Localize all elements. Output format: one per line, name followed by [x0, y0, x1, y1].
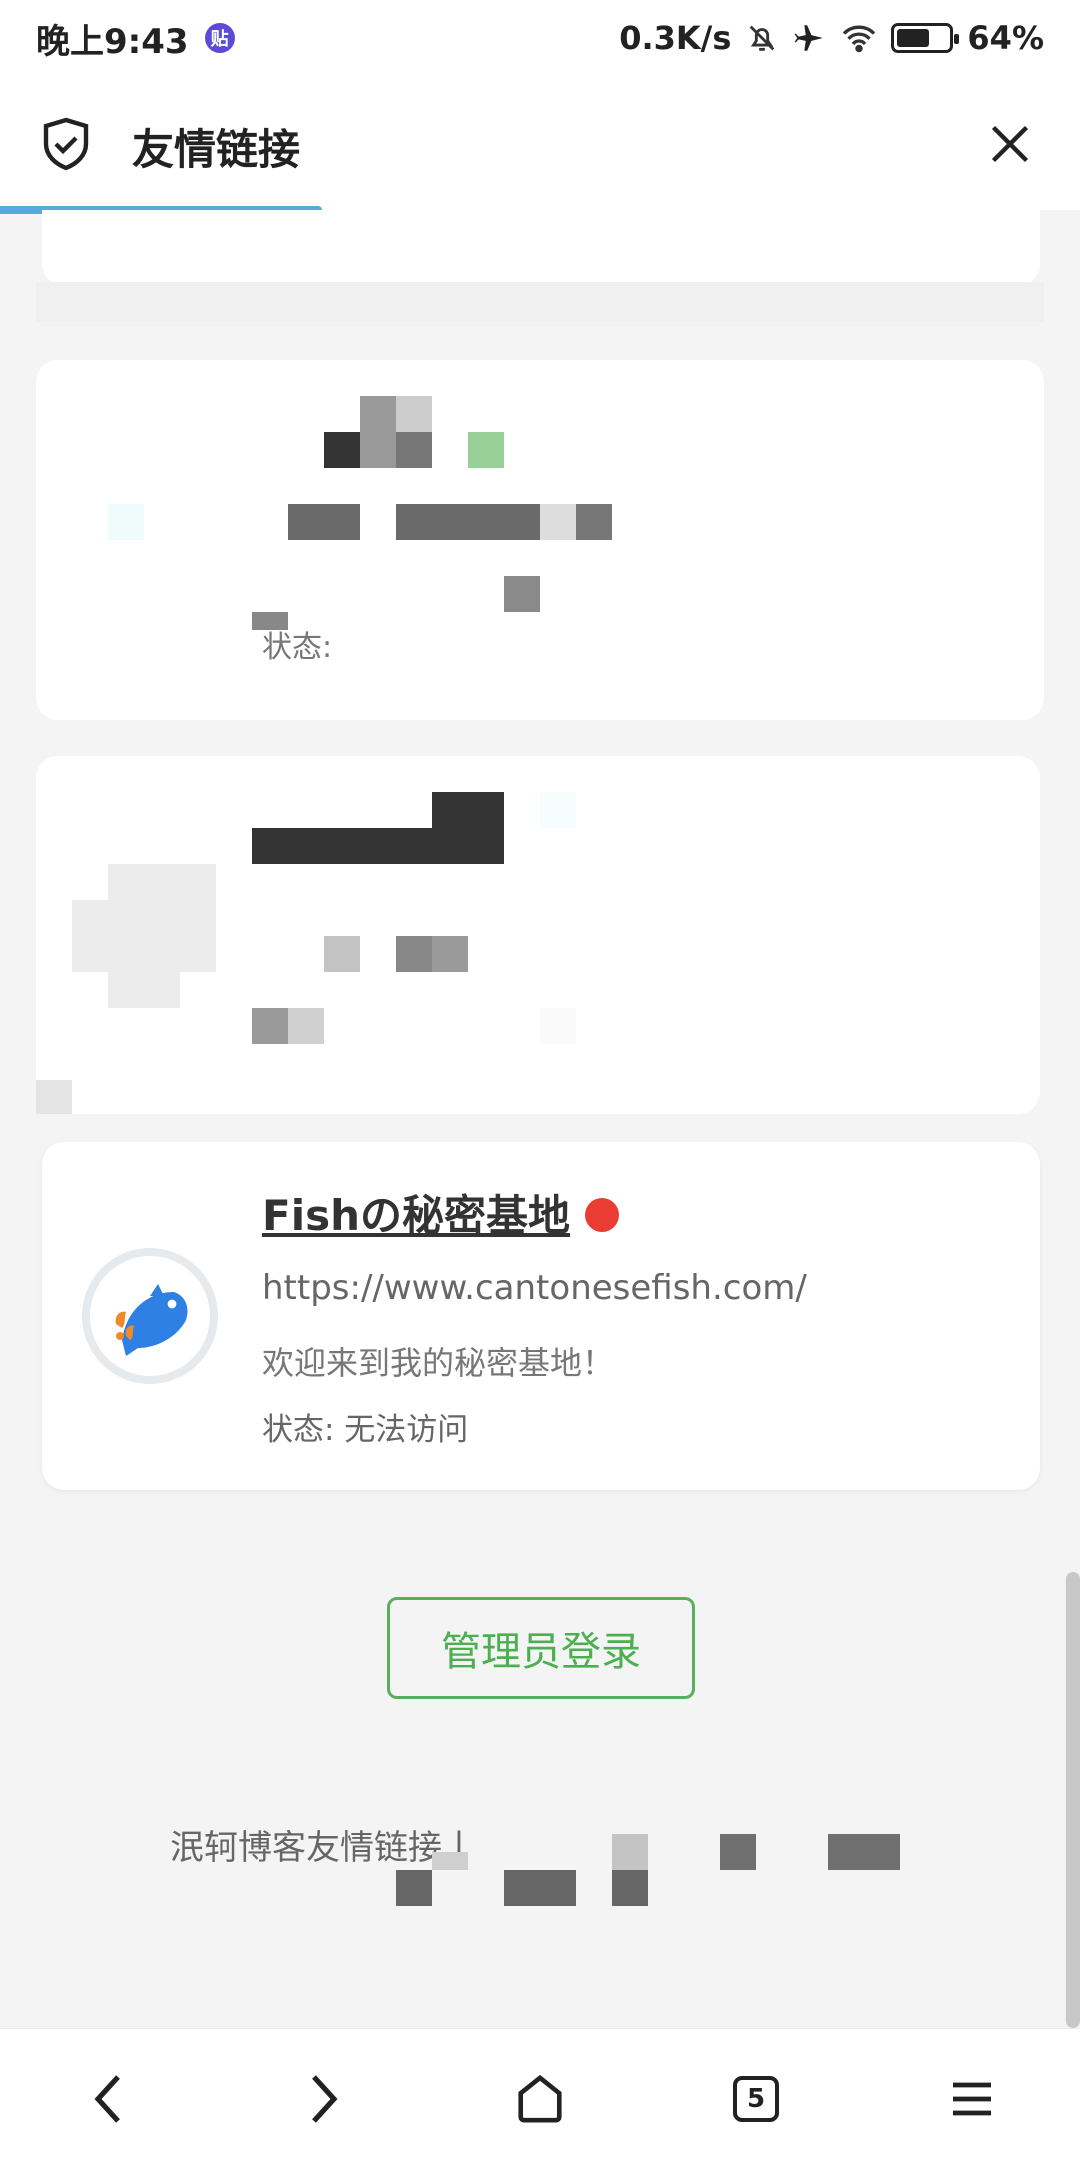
- fish-logo-icon: [115, 1284, 188, 1356]
- wifi-icon: [841, 22, 877, 54]
- forward-button[interactable]: [284, 2059, 364, 2139]
- menu-button[interactable]: [932, 2059, 1012, 2139]
- footer-pixelated-content: [0, 1830, 1080, 1910]
- site-url[interactable]: https://www.cantonesefish.com/: [262, 1268, 807, 1308]
- status-bar: 晚上9:43 贴 0.3K/s 64%: [0, 0, 1080, 76]
- battery-icon: [891, 23, 960, 53]
- airplane-icon: [793, 21, 827, 55]
- home-icon: [518, 2074, 562, 2123]
- site-name-link[interactable]: Fishの秘密基地: [262, 1182, 570, 1243]
- admin-login-button[interactable]: 管理员登录: [387, 1597, 695, 1699]
- menu-icon: [953, 2082, 991, 2116]
- link-card-partial-top[interactable]: [42, 210, 1040, 286]
- mute-bell-icon: [745, 21, 779, 55]
- card-gap-strip: [36, 282, 1044, 322]
- link-card-obscured-2[interactable]: [36, 756, 1040, 1114]
- app-notification-icon: 贴: [204, 23, 235, 53]
- back-button[interactable]: [68, 2059, 148, 2139]
- site-description: 欢迎来到我的秘密基地！: [262, 1344, 615, 1382]
- close-button[interactable]: [980, 114, 1040, 174]
- link-status-label: 状态:: [262, 630, 333, 665]
- forward-arrow-icon: [312, 2075, 338, 2123]
- tabs-button[interactable]: 5: [716, 2059, 796, 2139]
- browser-bottom-nav: 5: [0, 2028, 1080, 2160]
- home-button[interactable]: [500, 2059, 580, 2139]
- network-speed: 0.3K/s: [619, 19, 732, 57]
- back-arrow-icon: [94, 2075, 120, 2123]
- battery-level: 64%: [967, 19, 1044, 57]
- shield-check-icon: [40, 116, 92, 176]
- clock: 晚上9:43: [36, 21, 189, 62]
- tabs-count-badge: 5: [733, 2076, 779, 2122]
- pixelated-content: [36, 756, 1040, 1114]
- dialog-header: 友情链接: [0, 76, 1080, 210]
- page-scrollbar[interactable]: [1066, 1572, 1080, 2028]
- pixelated-content: [36, 360, 1044, 720]
- status-indicator-dot: [585, 1198, 619, 1232]
- site-avatar[interactable]: [82, 1248, 218, 1384]
- site-status: 状态: 无法访问: [262, 1412, 469, 1448]
- page-title: 友情链接: [132, 125, 301, 174]
- link-card-obscured-1[interactable]: 状态:: [36, 360, 1044, 720]
- link-card-fish[interactable]: Fishの秘密基地 https://www.cantonesefish.com/…: [42, 1142, 1040, 1490]
